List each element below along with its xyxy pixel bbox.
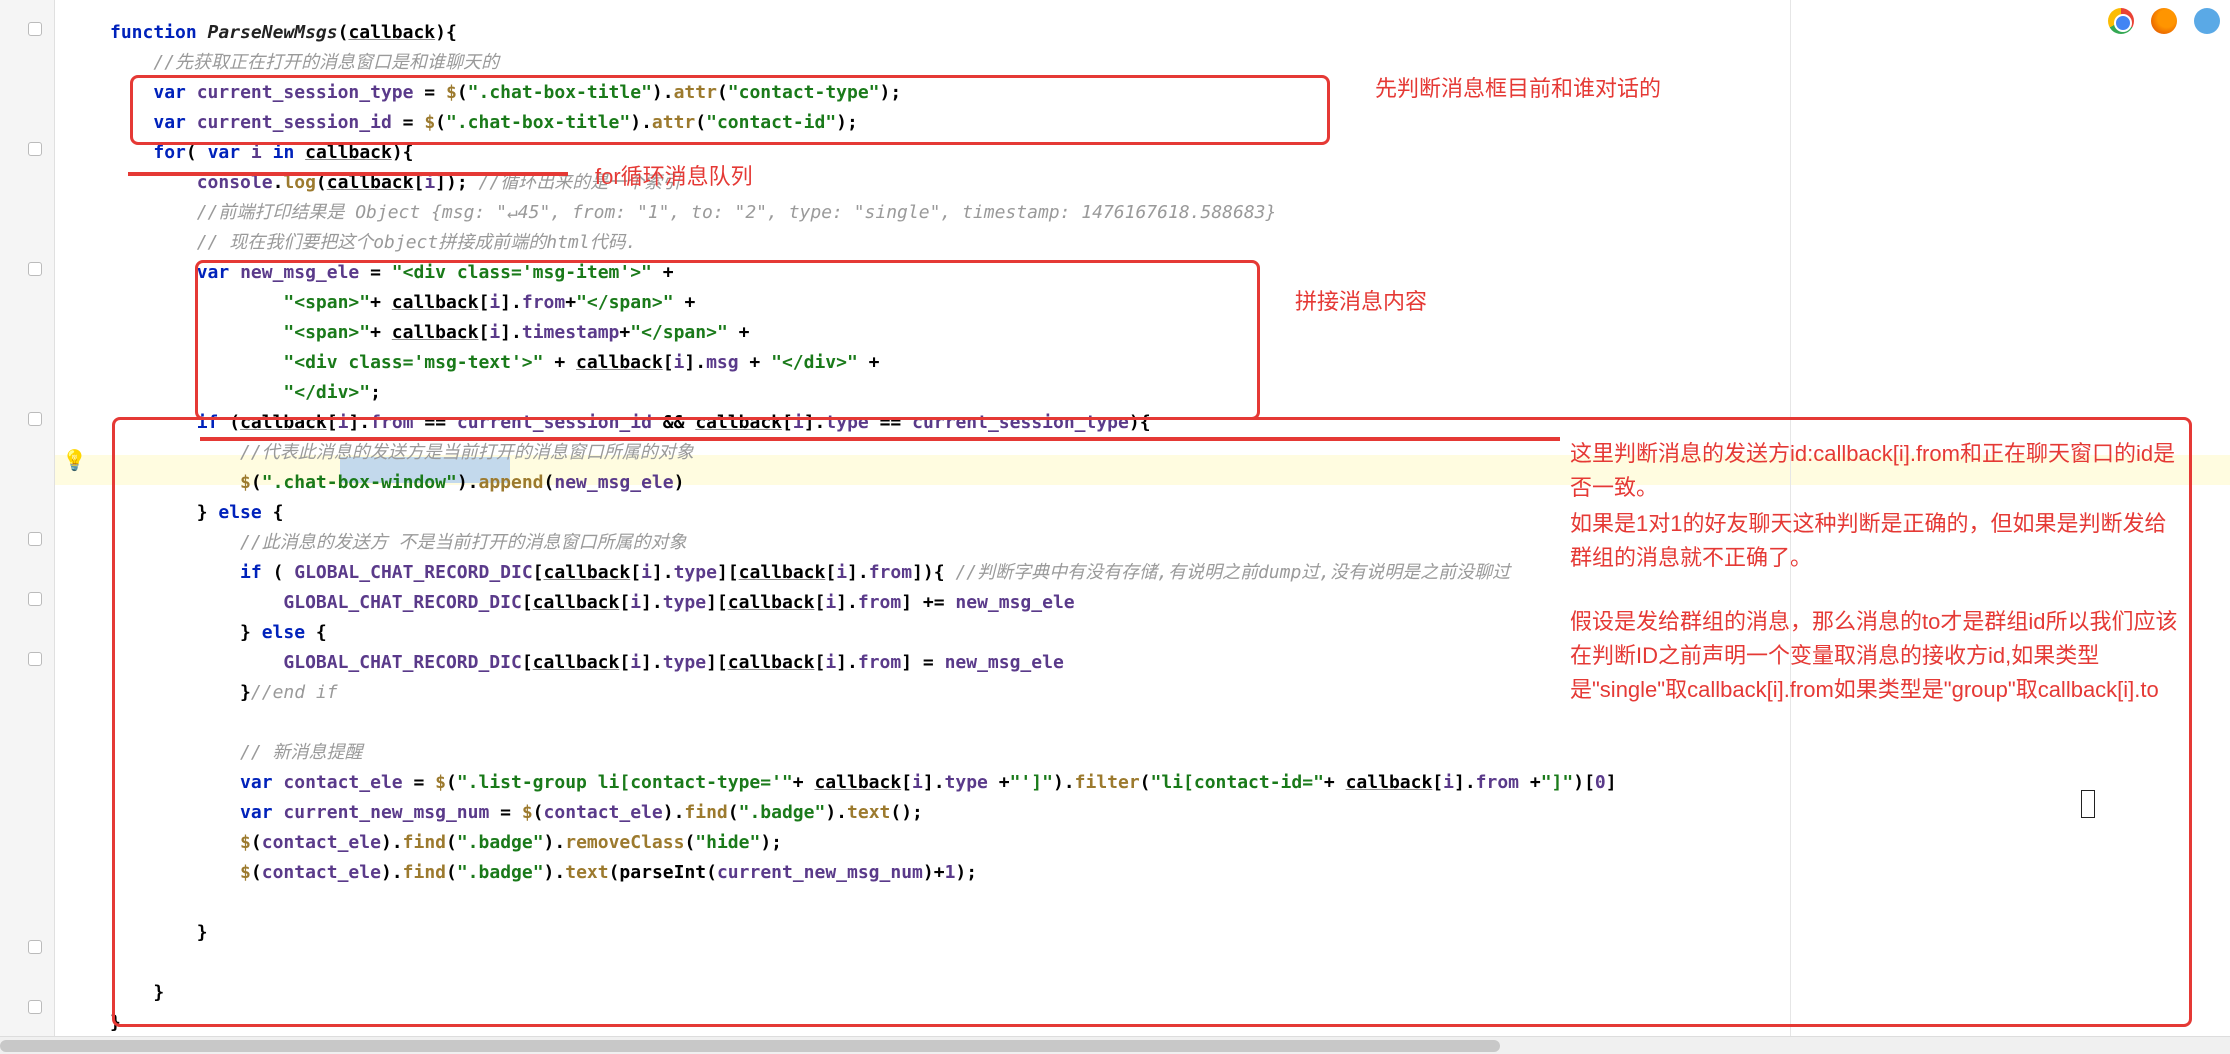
- code-editor[interactable]: function ParseNewMsgs(callback){ //先获取正在…: [110, 18, 1617, 1038]
- fold-toggle-icon[interactable]: [28, 940, 42, 954]
- fold-toggle-icon[interactable]: [28, 412, 42, 426]
- lightbulb-icon[interactable]: 💡: [62, 448, 82, 468]
- fold-toggle-icon[interactable]: [28, 22, 42, 36]
- fold-toggle-icon[interactable]: [28, 592, 42, 606]
- gutter: [0, 0, 55, 1054]
- fold-toggle-icon[interactable]: [28, 652, 42, 666]
- fold-toggle-icon[interactable]: [28, 1000, 42, 1014]
- scrollbar-thumb[interactable]: [0, 1040, 1500, 1052]
- annotation-text-splice: 拼接消息内容: [1295, 285, 1427, 319]
- fold-toggle-icon[interactable]: [28, 532, 42, 546]
- annotation-text-top: 先判断消息框目前和谁对话的: [1375, 72, 1661, 106]
- fold-toggle-icon[interactable]: [28, 142, 42, 156]
- cursor-position: [2081, 790, 2095, 818]
- annotation-text-for: for循环消息队列: [595, 160, 753, 194]
- safari-icon[interactable]: [2194, 8, 2220, 34]
- annotation-text-right-2: 如果是1对1的好友聊天这种判断是正确的，但如果是判断发给群组的消息就不正确了。: [1570, 507, 2180, 575]
- chrome-icon[interactable]: [2108, 8, 2134, 34]
- annotation-text-right-3: 假设是发给群组的消息，那么消息的to才是群组id所以我们应该在判断ID之前声明一…: [1570, 605, 2190, 707]
- horizontal-scrollbar[interactable]: [0, 1036, 2230, 1054]
- browser-launch-icons: [2102, 8, 2220, 34]
- fold-toggle-icon[interactable]: [28, 262, 42, 276]
- firefox-icon[interactable]: [2151, 8, 2177, 34]
- annotation-text-right-1: 这里判断消息的发送方id:callback[i].from和正在聊天窗口的id是…: [1570, 437, 2180, 505]
